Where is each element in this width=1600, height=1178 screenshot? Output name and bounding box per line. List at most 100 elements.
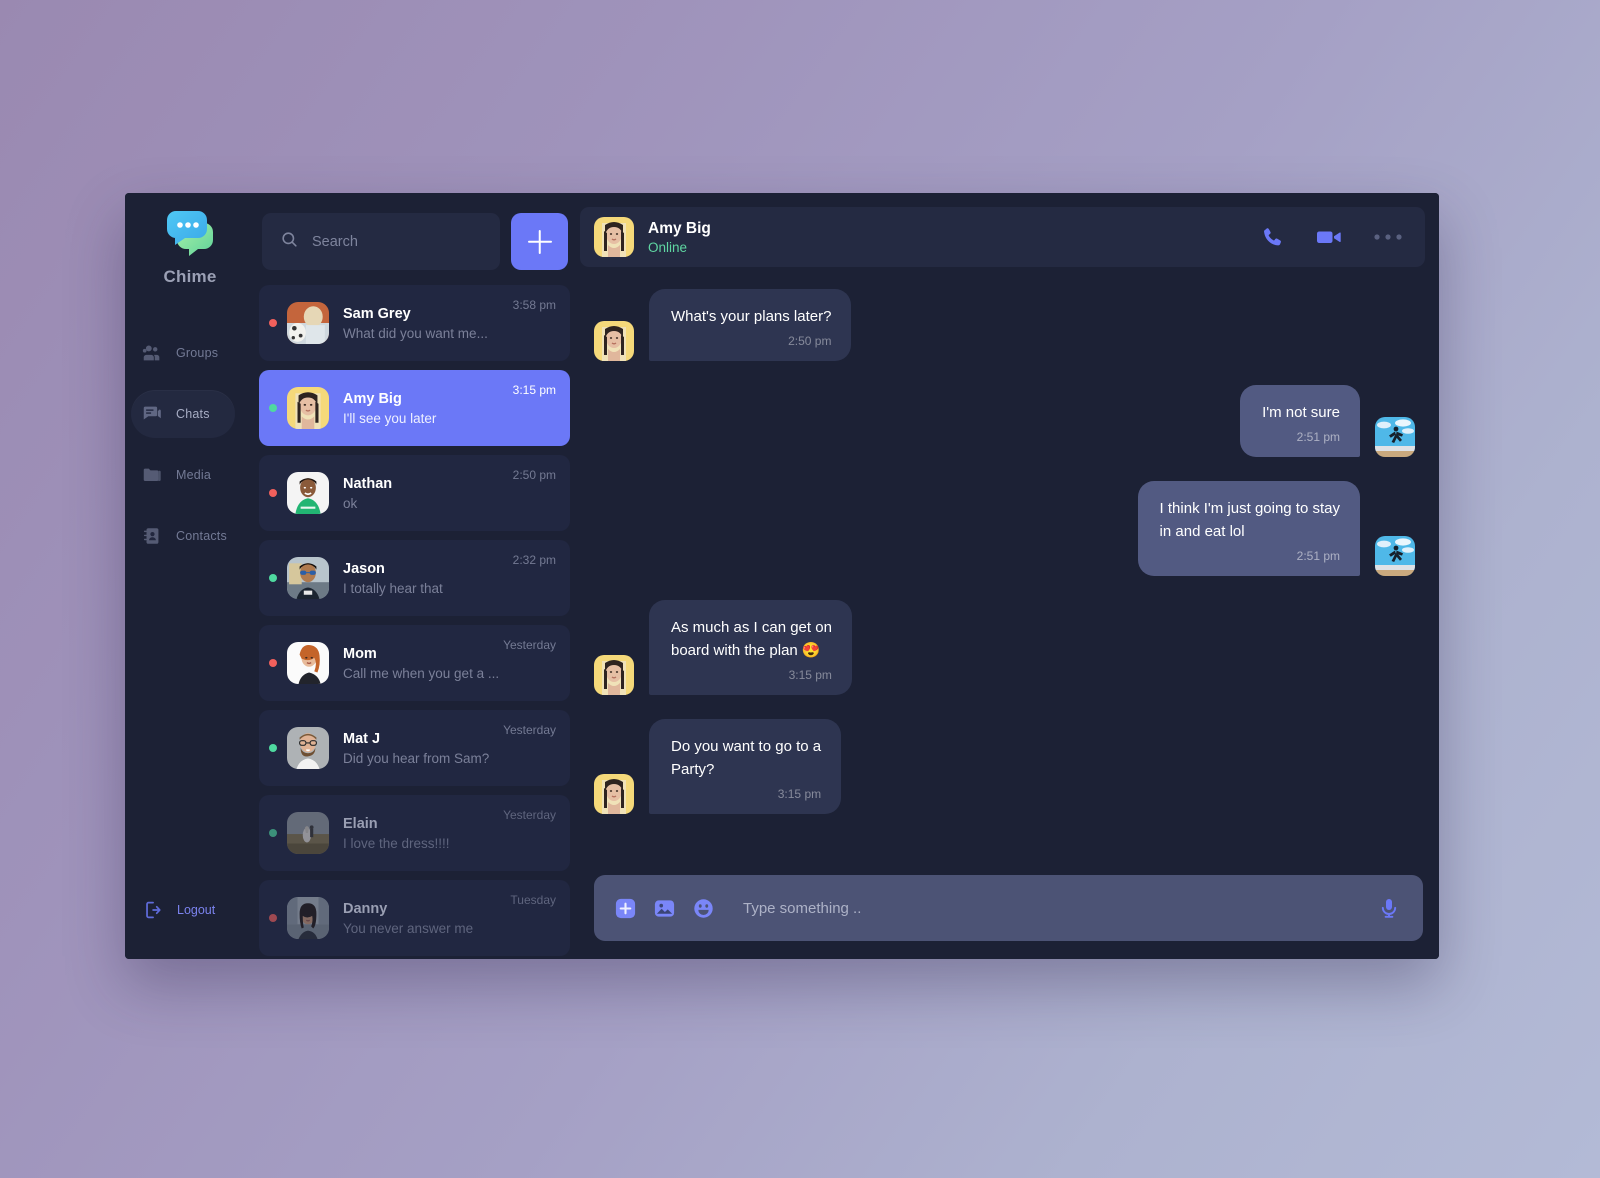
sidebar-item-chats[interactable]: Chats (131, 390, 235, 438)
chat-item-preview: I love the dress!!!! (343, 835, 450, 851)
nav-items: Groups Chats Media Contacts (125, 329, 255, 560)
message-row: I'm not sure 2:51 pm (594, 384, 1415, 457)
chat-list-item[interactable]: Danny You never answer me Tuesday (259, 880, 570, 956)
sidebar-item-contacts[interactable]: Contacts (125, 512, 255, 560)
message-list[interactable]: What's your plans later? 2:50 pm I'm not s… (580, 281, 1425, 875)
presence-dot (269, 659, 277, 667)
message-text: I'm not sure (1262, 403, 1340, 421)
conversation-panel: Amy Big Online What's your plans later? … (580, 193, 1439, 959)
chat-item-text: Sam Grey What did you want me... (343, 306, 513, 341)
microphone-icon[interactable] (1377, 896, 1401, 920)
chat-item-text: Mat J Did you hear from Sam? (343, 731, 503, 766)
message-row: Do you want to go to a Party? 3:15 pm (594, 718, 1415, 814)
message-bubble[interactable]: What's your plans later? 2:50 pm (649, 289, 852, 361)
chat-item-preview: ok (343, 495, 358, 511)
presence-dot (269, 574, 277, 582)
chat-list-item[interactable]: Amy Big I'll see you later 3:15 pm (259, 370, 570, 446)
chat-item-time: 2:32 pm (512, 553, 556, 567)
chat-item-preview: Did you hear from Sam? (343, 750, 490, 766)
chat-item-time: 3:15 pm (512, 383, 556, 397)
chat-item-text: Danny You never answer me (343, 901, 510, 936)
avatar (287, 642, 329, 684)
avatar (287, 727, 329, 769)
chat-bubbles-logo-icon (164, 207, 216, 257)
avatar (287, 557, 329, 599)
message-time: 3:15 pm (788, 668, 832, 683)
chat-item-text: Nathan ok (343, 476, 513, 511)
message-bubble[interactable]: Do you want to go to a Party? 3:15 pm (649, 718, 842, 814)
message-bubble[interactable]: As much as I can get on board with the p… (649, 599, 852, 695)
people-group-icon (141, 342, 163, 364)
chat-list-item[interactable]: Sam Grey What did you want me... 3:58 pm (259, 285, 570, 361)
message-time: 2:50 pm (788, 334, 832, 349)
video-camera-icon[interactable] (1315, 225, 1343, 249)
message-input[interactable] (743, 899, 1361, 917)
search-row (259, 213, 572, 270)
chat-item-text: Mom Call me when you get a ... (343, 646, 503, 681)
chat-list-item[interactable]: Nathan ok 2:50 pm (259, 455, 570, 531)
message-time: 3:15 pm (777, 787, 822, 802)
chat-list-item[interactable]: Mat J Did you hear from Sam? Yesterday (259, 710, 570, 786)
chat-item-preview: Call me when you get a ... (343, 665, 500, 681)
conversation-actions (1260, 225, 1403, 250)
avatar (594, 773, 634, 814)
phone-icon[interactable] (1260, 225, 1285, 250)
chime-app-window: Chime Groups Chats Media Contacts Logout… (125, 193, 1439, 959)
status-badge: Online (648, 239, 688, 255)
chat-item-time: 3:58 pm (512, 298, 556, 312)
chat-item-name: Mat J (343, 730, 381, 747)
search-input[interactable] (312, 233, 482, 250)
search-icon (280, 230, 299, 254)
message-bubble[interactable]: I think I'm just going to stay in and ea… (1137, 480, 1360, 576)
chat-item-name: Elain (343, 815, 378, 832)
message-row: As much as I can get on board with the p… (594, 599, 1415, 695)
message-text: What's your plans later? (671, 308, 832, 325)
folder-icon (141, 464, 163, 486)
contact-name: Amy Big (648, 219, 711, 237)
avatar (287, 387, 329, 429)
message-row: What's your plans later? 2:50 pm (594, 289, 1415, 361)
chat-item-text: Amy Big I'll see you later (343, 391, 513, 426)
logout-label: Logout (177, 903, 216, 917)
chat-item-time: Yesterday (503, 638, 556, 652)
chat-list-item[interactable]: Jason I totally hear that 2:32 pm (259, 540, 570, 616)
chat-item-name: Jason (343, 560, 385, 577)
chat-item-preview: What did you want me... (343, 325, 488, 341)
avatar (594, 217, 634, 257)
chat-list[interactable]: Sam Grey What did you want me... 3:58 pm Am… (259, 285, 572, 959)
avatar (287, 897, 329, 939)
presence-dot (269, 404, 277, 412)
avatar (287, 302, 329, 344)
message-row: I think I'm just going to stay in and ea… (594, 480, 1415, 576)
new-chat-button[interactable] (511, 213, 568, 270)
chat-list-item[interactable]: Mom Call me when you get a ... Yesterday (259, 625, 570, 701)
avatar (287, 812, 329, 854)
presence-dot (269, 744, 277, 752)
sidebar-item-groups[interactable]: Groups (125, 329, 255, 377)
presence-dot (269, 319, 277, 327)
message-bubble[interactable]: I'm not sure 2:51 pm (1240, 384, 1360, 457)
chat-item-text: Elain I love the dress!!!! (343, 816, 503, 851)
avatar (594, 654, 634, 695)
message-time: 2:51 pm (1296, 430, 1340, 445)
sidebar-item-media[interactable]: Media (125, 451, 255, 499)
message-text: Do you want to go to a Party? (671, 737, 822, 779)
chat-item-name: Mom (343, 645, 377, 662)
chat-item-time: Yesterday (503, 808, 556, 822)
contact-book-icon (141, 525, 163, 547)
message-time: 2:51 pm (1296, 549, 1340, 564)
message-text: As much as I can get on board with the p… (671, 618, 832, 660)
chat-item-name: Nathan (343, 475, 393, 492)
avatar (1375, 535, 1415, 576)
plus-square-icon[interactable] (614, 897, 637, 920)
brand: Chime (125, 207, 255, 287)
chat-list-column: Sam Grey What did you want me... 3:58 pm Am… (255, 193, 580, 959)
logout-button[interactable]: Logout (143, 899, 215, 921)
smiley-icon[interactable] (692, 897, 715, 920)
chat-item-name: Sam Grey (343, 305, 411, 322)
ellipsis-icon[interactable] (1373, 233, 1403, 241)
image-icon[interactable] (653, 897, 676, 920)
chat-list-item[interactable]: Elain I love the dress!!!! Yesterday (259, 795, 570, 871)
message-text: I think I'm just going to stay in and ea… (1159, 499, 1340, 540)
search-box[interactable] (262, 213, 500, 270)
